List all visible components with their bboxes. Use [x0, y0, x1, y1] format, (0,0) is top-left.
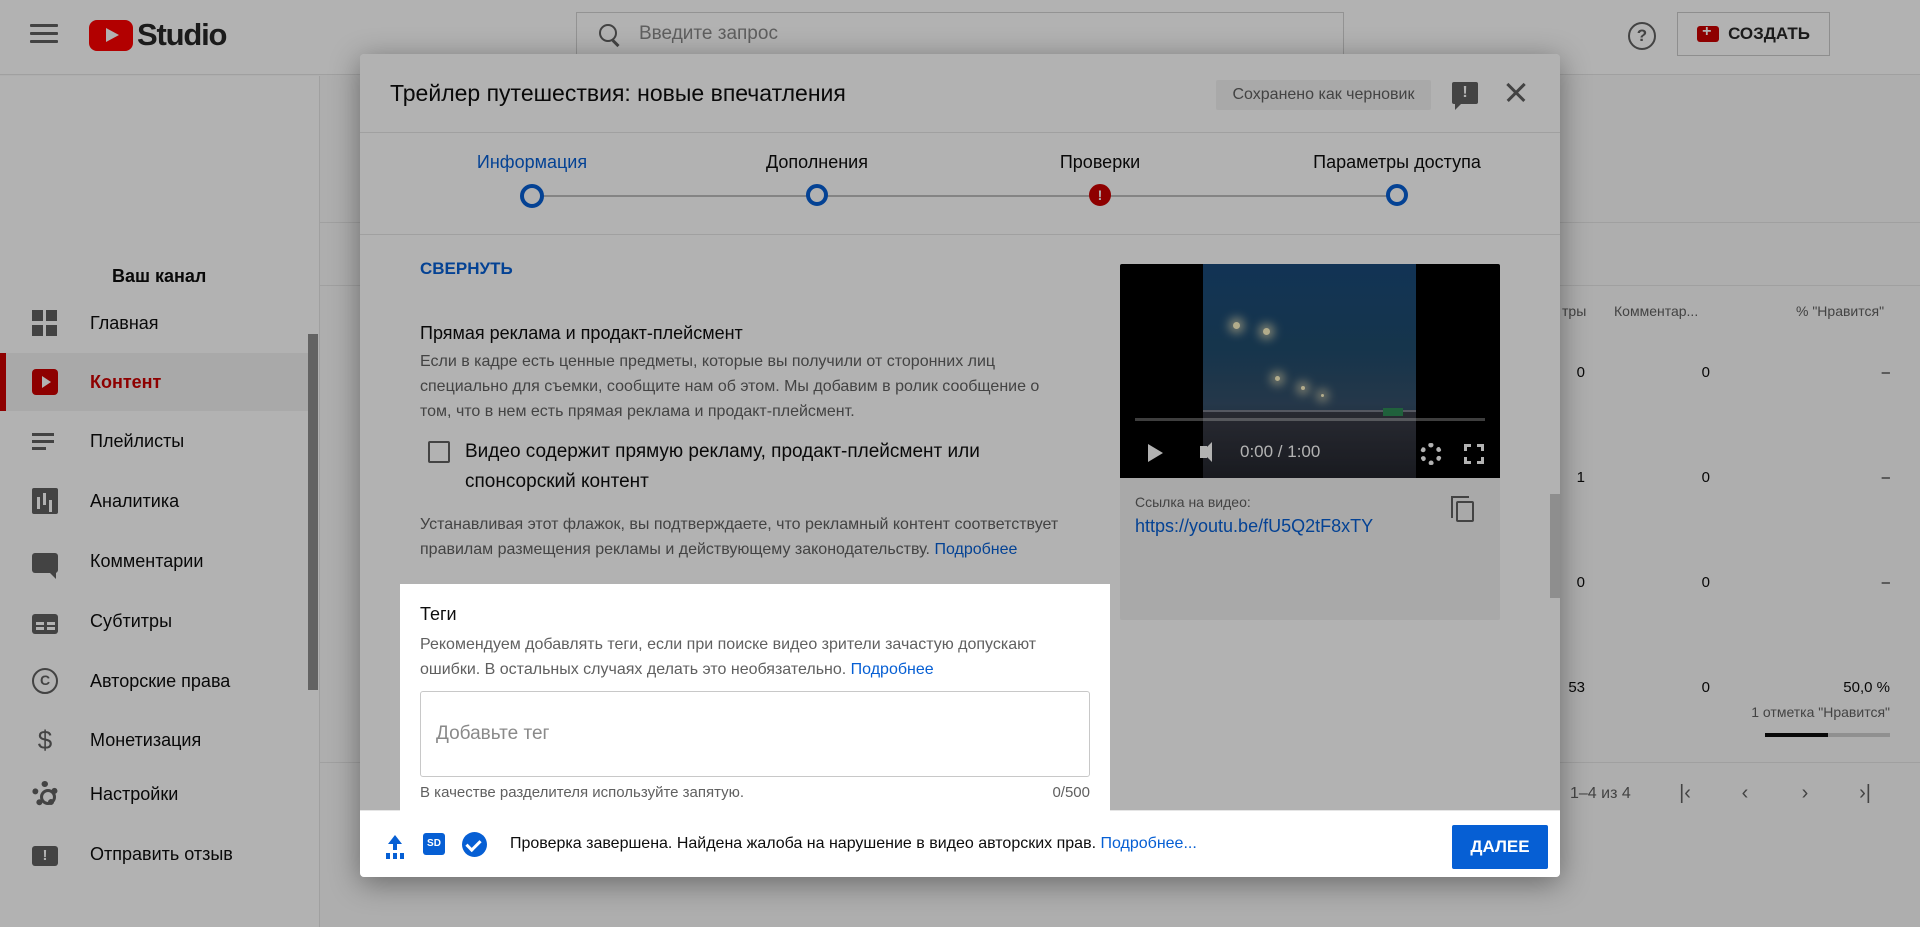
video-preview-card: 0:00 / 1:00 Ссылка на видео: https://you… [1120, 264, 1500, 620]
checkbox-label-line: спонсорский контент [465, 471, 649, 492]
check-complete-icon [462, 832, 487, 857]
checks-status: Проверка завершена. Найдена жалоба на на… [510, 835, 1197, 853]
checks-learn-more-link[interactable]: Подробнее... [1100, 835, 1196, 852]
street-lamp-light [1233, 322, 1240, 329]
copy-icon[interactable] [1451, 496, 1474, 522]
upload-icon [385, 835, 405, 855]
video-progress-bar[interactable] [1135, 418, 1485, 421]
video-player[interactable]: 0:00 / 1:00 [1120, 264, 1500, 478]
description-line: специально для съемки, сообщите нам об э… [420, 378, 1040, 395]
description-line: ошибки. В остальных случаях делать это н… [420, 661, 847, 678]
video-link-label: Ссылка на видео: [1135, 494, 1251, 510]
next-button[interactable]: ДАЛЕЕ [1452, 825, 1548, 869]
stepper-divider [360, 234, 1560, 235]
street-lamp-light [1275, 376, 1280, 381]
play-icon[interactable] [1148, 444, 1163, 462]
disclaimer-line: Устанавливая этот флажок, вы подтверждае… [420, 516, 1059, 533]
fullscreen-icon[interactable] [1463, 443, 1487, 467]
description-line: Рекомендуем добавлять теги, если при пои… [420, 636, 1037, 653]
tags-title: Теги [420, 604, 457, 624]
player-settings-icon[interactable] [1420, 443, 1442, 465]
tags-section: Теги Рекомендуем добавлять теги, если пр… [400, 584, 1110, 824]
step-dot-icon [806, 184, 828, 206]
step-dot-active-icon [520, 184, 544, 208]
step-elements[interactable]: Дополнения [707, 152, 927, 206]
tags-input[interactable] [420, 691, 1090, 777]
paid-promotion-title: Прямая реклама и продакт-плейсмент [420, 323, 743, 343]
tags-hint: В качестве разделителя используйте запят… [420, 784, 745, 801]
video-time: 0:00 / 1:00 [1240, 442, 1321, 461]
description-line: том, что в нем есть прямая реклама и про… [420, 403, 855, 420]
street-lamp-light [1301, 386, 1305, 390]
step-checks[interactable]: Проверки ! [990, 152, 1210, 206]
step-details[interactable]: Информация [422, 152, 642, 208]
paid-promotion-description: Если в кадре есть ценные предметы, котор… [420, 349, 1120, 424]
step-label: Проверки [1059, 152, 1141, 172]
tags-learn-more-link[interactable]: Подробнее [851, 661, 934, 678]
video-link[interactable]: https://youtu.be/fU5Q2tF8xTY [1135, 516, 1373, 537]
report-feedback-icon[interactable]: ! [1452, 82, 1478, 110]
dialog-scrollbar[interactable] [1550, 494, 1560, 598]
description-line: Если в кадре есть ценные предметы, котор… [420, 353, 996, 370]
sd-quality-icon: SD [423, 833, 445, 855]
volume-icon[interactable] [1200, 442, 1212, 462]
stepper-line [532, 195, 1387, 197]
tags-description: Рекомендуем добавлять теги, если при пои… [420, 632, 1100, 682]
street-lamp-light [1321, 394, 1324, 397]
step-dot-icon [1386, 184, 1408, 206]
step-label: Параметры доступа [1313, 152, 1481, 172]
checkbox-label-line: Видео содержит прямую рекламу, продакт-п… [465, 441, 980, 462]
header-divider [360, 132, 1560, 133]
step-label: Информация [476, 152, 588, 172]
dialog-title: Трейлер путешествия: новые впечатления [390, 80, 846, 106]
paid-promotion-checkbox[interactable] [428, 441, 450, 463]
tags-counter: 0/500 [1052, 784, 1090, 801]
collapse-link[interactable]: СВЕРНУТЬ [420, 259, 513, 279]
paid-promotion-learn-more-link[interactable]: Подробнее [934, 541, 1017, 558]
draft-status-badge: Сохранено как черновик [1216, 80, 1431, 110]
step-label: Дополнения [766, 152, 868, 172]
checks-status-text: Проверка завершена. Найдена жалоба на на… [510, 835, 1097, 852]
upload-dialog: Трейлер путешествия: новые впечатления С… [360, 54, 1560, 877]
disclaimer-line: правилам размещения рекламы и действующе… [420, 541, 930, 558]
step-error-icon: ! [1089, 184, 1111, 206]
paid-promotion-disclaimer: Устанавливая этот флажок, вы подтверждае… [420, 512, 1130, 562]
step-visibility[interactable]: Параметры доступа [1257, 152, 1537, 206]
road-sign [1383, 408, 1403, 416]
close-icon[interactable] [1502, 78, 1532, 108]
street-lamp-light [1263, 328, 1270, 335]
paid-promotion-checkbox-label[interactable]: Видео содержит прямую рекламу, продакт-п… [465, 437, 1025, 497]
